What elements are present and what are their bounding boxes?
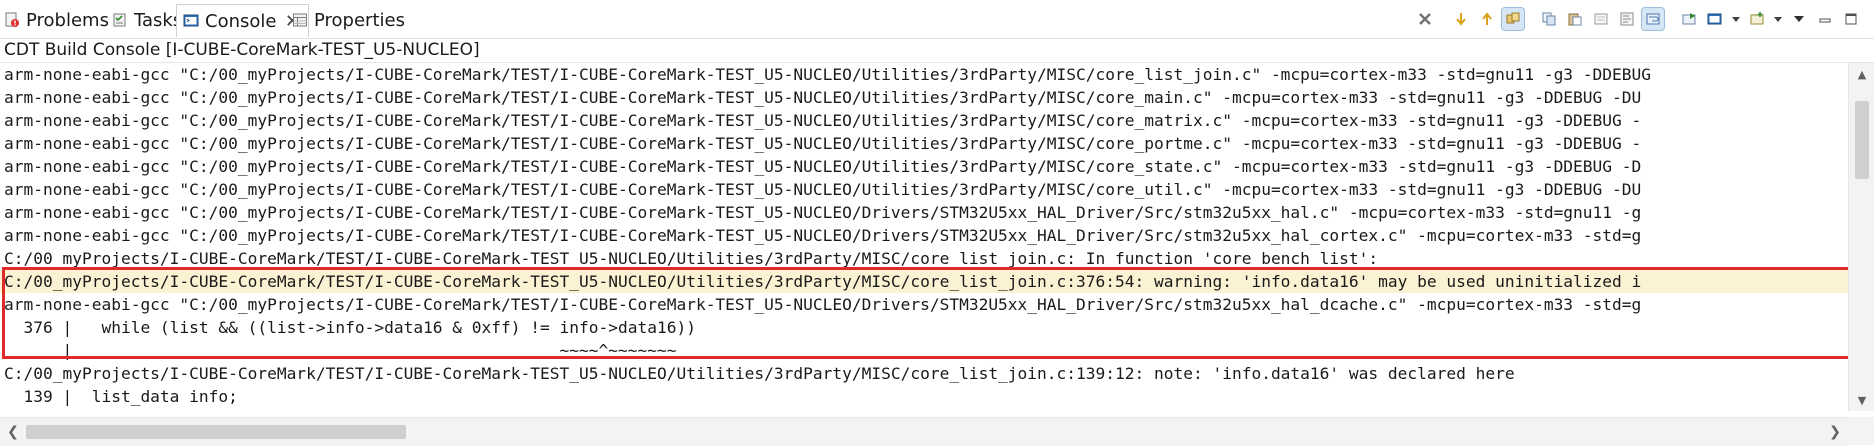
vertical-scrollbar[interactable]: ▲ ▼ <box>1848 63 1874 411</box>
console-line: 376 | while (list && ((list->info->data1… <box>4 318 696 337</box>
console-line: C:/00_myProjects/I-CUBE-CoreMark/TEST/I-… <box>4 364 1515 383</box>
previous-annotation-icon[interactable] <box>1476 8 1498 30</box>
tab-properties-label: Properties <box>314 9 405 31</box>
console-line-warning: C:/00_myProjects/I-CUBE-CoreMark/TEST/I-… <box>0 270 1848 293</box>
horizontal-scroll-thumb[interactable] <box>26 425 406 439</box>
console-line: | ^ <box>4 408 1848 411</box>
display-selected-console-icon[interactable] <box>1704 8 1726 30</box>
tab-console[interactable]: Console ✕ <box>176 4 310 37</box>
console-line: arm-none-eabi-gcc "C:/00_myProjects/I-CU… <box>4 134 1642 153</box>
problems-icon <box>4 12 20 28</box>
scrollbar-corner <box>1848 417 1874 445</box>
word-wrap-icon[interactable] <box>1641 7 1665 31</box>
tab-tasks[interactable]: Tasks <box>112 4 182 36</box>
console-line: arm-none-eabi-gcc "C:/00_myProjects/I-CU… <box>4 88 1642 107</box>
link-icon[interactable] <box>1501 7 1525 31</box>
open-console-icon[interactable] <box>1746 8 1768 30</box>
tab-tasks-label: Tasks <box>134 9 183 31</box>
display-selected-dropdown-icon[interactable] <box>1730 8 1742 30</box>
copy-icon[interactable] <box>1538 8 1560 30</box>
console-line: 139 | list_data info; <box>4 387 238 406</box>
console-line: arm-none-eabi-gcc "C:/00_myProjects/I-CU… <box>4 157 1642 176</box>
next-annotation-icon[interactable] <box>1450 8 1472 30</box>
console-toolbar <box>1414 6 1862 32</box>
console-line: C:/00_myProjects/I-CUBE-CoreMark/TEST/I-… <box>4 249 1379 268</box>
scroll-down-icon[interactable]: ▼ <box>1849 389 1874 411</box>
console-icon <box>183 13 199 29</box>
console-line: arm-none-eabi-gcc "C:/00_myProjects/I-CU… <box>4 295 1642 314</box>
clear-console-icon[interactable] <box>1590 8 1612 30</box>
scroll-left-icon[interactable]: ❮ <box>0 418 26 446</box>
open-console-dropdown-icon[interactable] <box>1772 8 1784 30</box>
pin-console-icon[interactable] <box>1678 8 1700 30</box>
console-line: arm-none-eabi-gcc "C:/00_myProjects/I-CU… <box>4 226 1642 245</box>
remove-all-terminated-icon[interactable] <box>1414 8 1436 30</box>
scroll-up-icon[interactable]: ▲ <box>1849 63 1874 85</box>
properties-icon <box>292 12 308 28</box>
vertical-scroll-thumb[interactable] <box>1855 101 1869 179</box>
view-menu-icon[interactable] <box>1788 8 1810 30</box>
console-line: arm-none-eabi-gcc "C:/00_myProjects/I-CU… <box>4 203 1642 222</box>
view-tab-bar: Problems Tasks Console ✕ Properties <box>0 0 1874 39</box>
tab-problems[interactable]: Problems <box>4 4 109 36</box>
console-line: | ~~~~^~~~~~~~ <box>4 341 677 360</box>
horizontal-scrollbar[interactable]: ❮ ❯ <box>0 417 1848 446</box>
tab-properties[interactable]: Properties <box>292 4 405 36</box>
console-line: arm-none-eabi-gcc "C:/00_myProjects/I-CU… <box>4 180 1642 199</box>
tasks-icon <box>112 12 128 28</box>
console-output[interactable]: arm-none-eabi-gcc "C:/00_myProjects/I-CU… <box>0 63 1848 411</box>
console-line: arm-none-eabi-gcc "C:/00_myProjects/I-CU… <box>4 111 1642 130</box>
console-line: arm-none-eabi-gcc "C:/00_myProjects/I-CU… <box>4 65 1652 84</box>
minimize-icon[interactable] <box>1814 8 1836 30</box>
scroll-lock-icon[interactable] <box>1616 8 1638 30</box>
tab-console-label: Console <box>205 10 277 32</box>
console-title: CDT Build Console [I-CUBE-CoreMark-TEST_… <box>4 40 480 60</box>
tab-problems-label: Problems <box>26 9 109 31</box>
scroll-right-icon[interactable]: ❯ <box>1822 418 1848 446</box>
maximize-icon[interactable] <box>1840 8 1862 30</box>
paste-icon[interactable] <box>1564 8 1586 30</box>
